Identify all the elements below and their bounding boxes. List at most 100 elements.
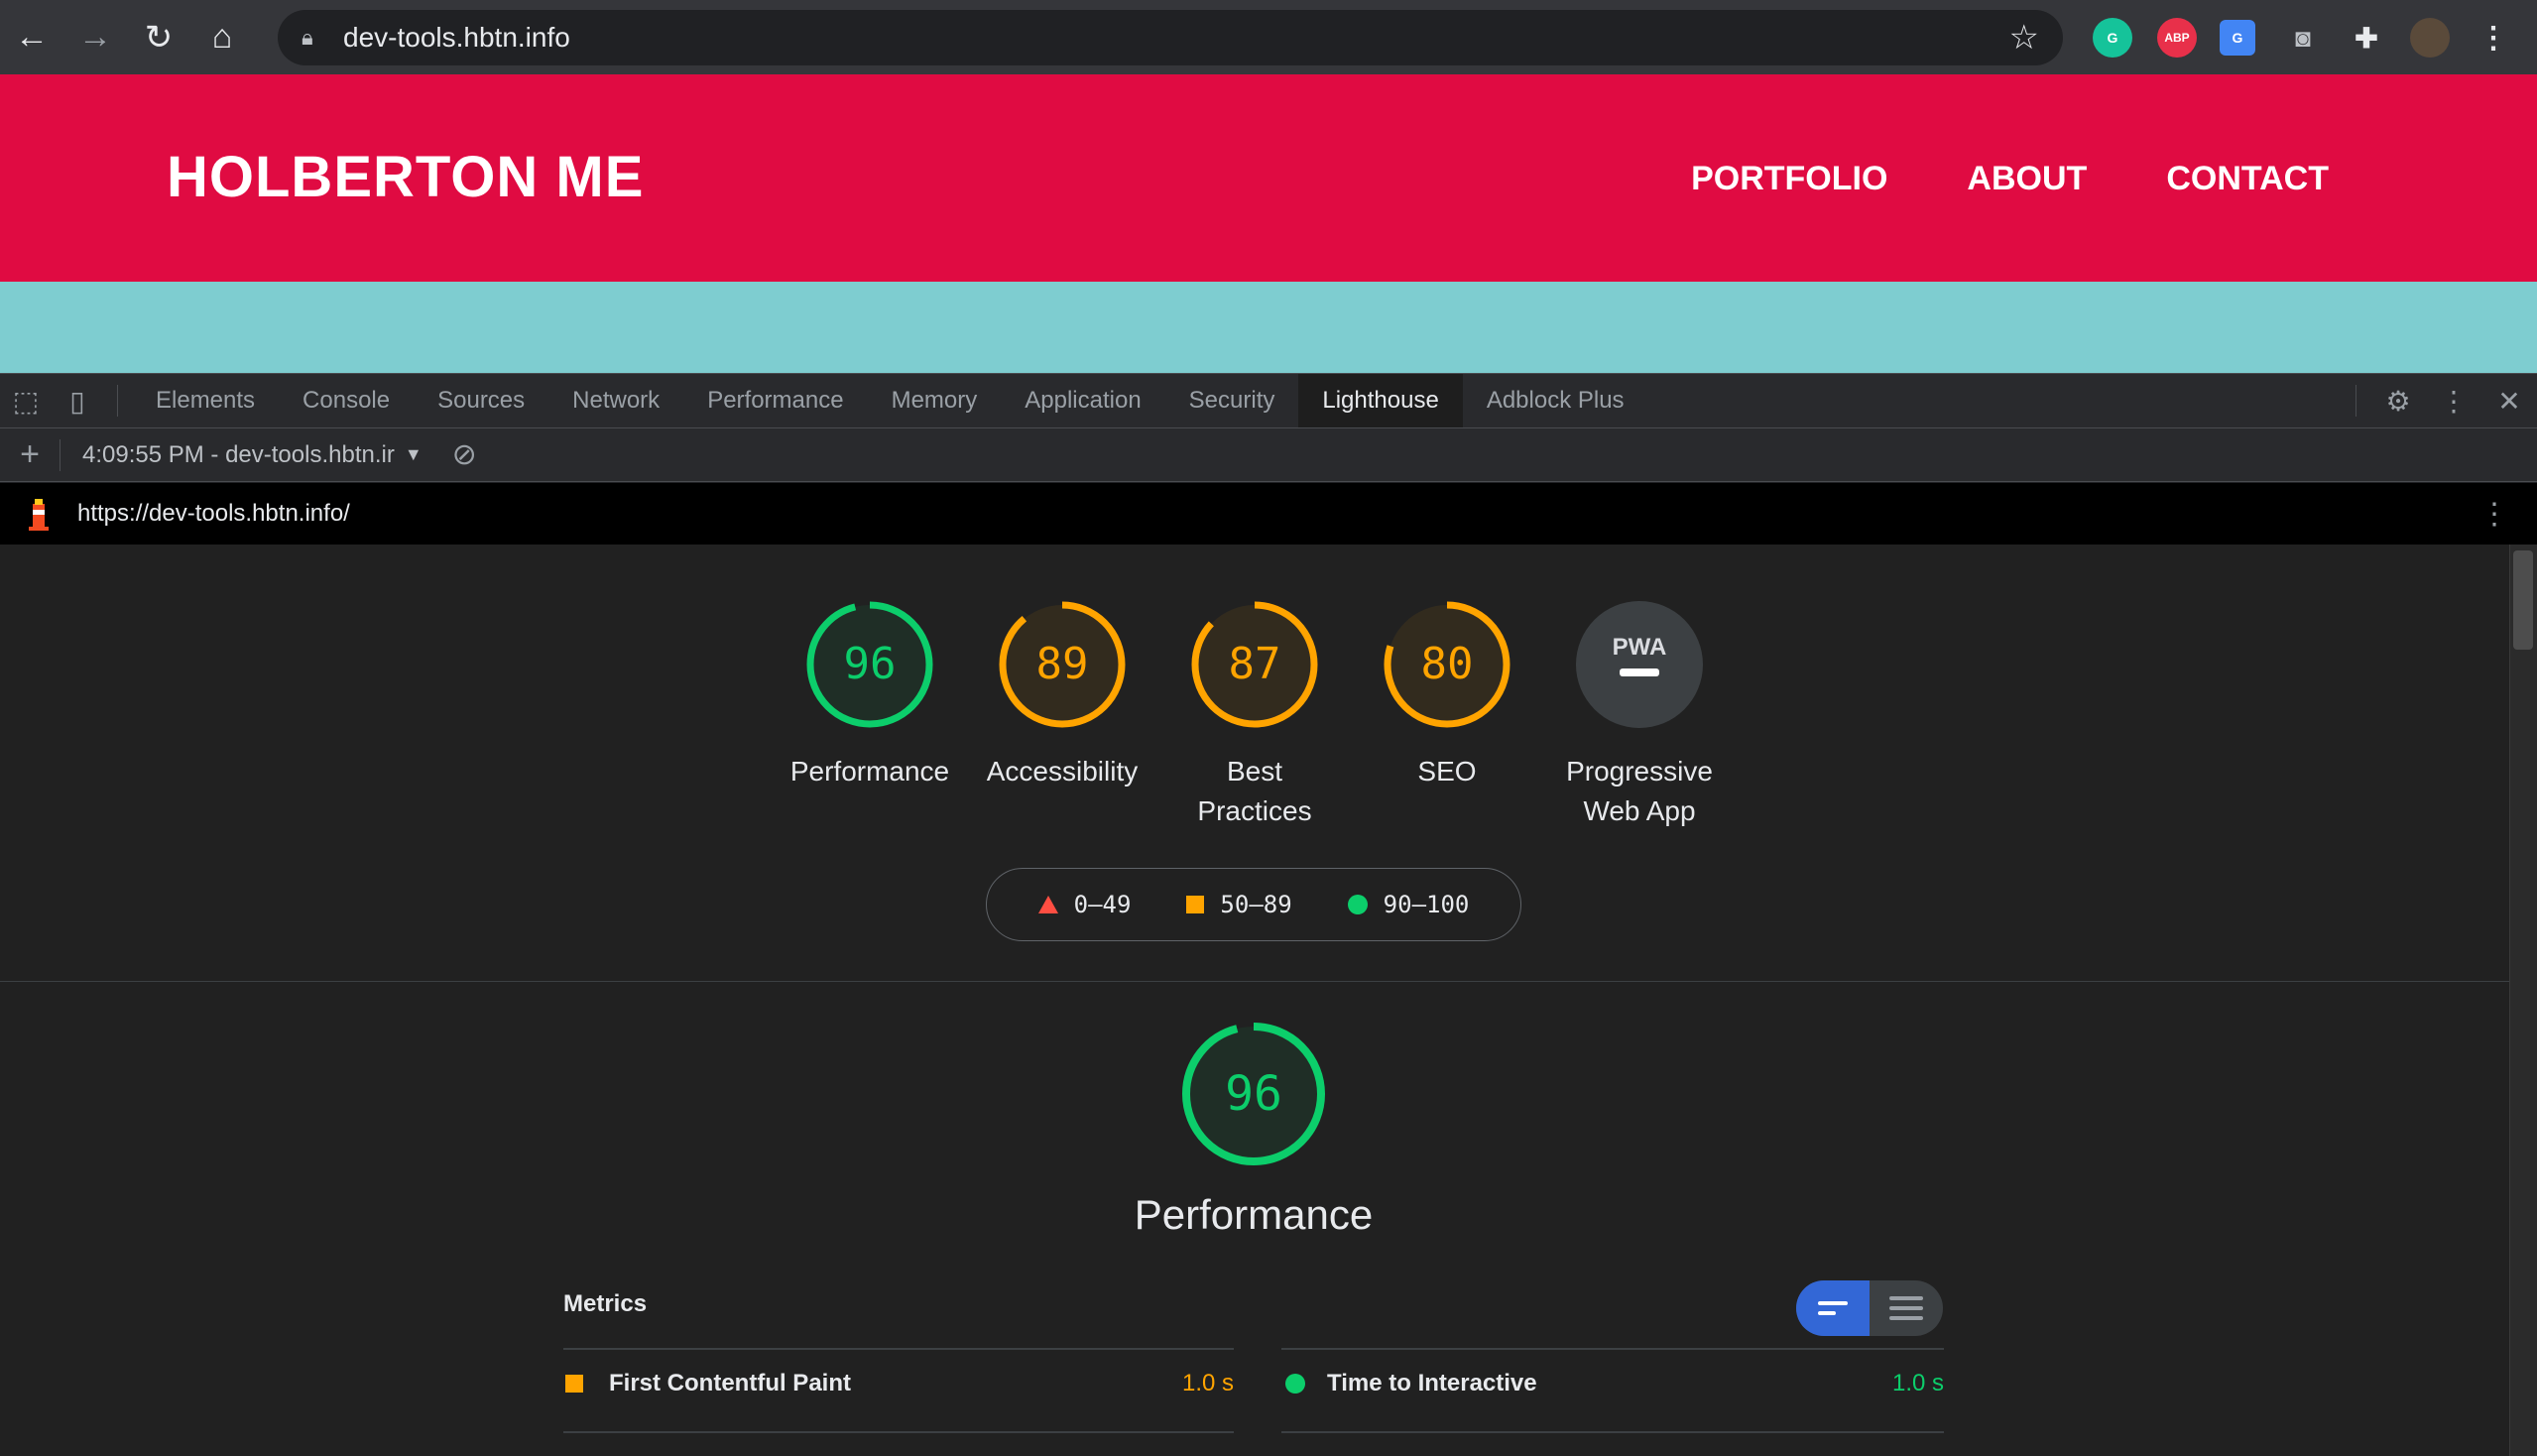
chrome-menu-icon[interactable]: ⋮	[2474, 18, 2513, 58]
report-url-bar: https://dev-tools.hbtn.info/ ⋮	[0, 483, 2537, 545]
gauge-seo[interactable]: 80 SEO	[1351, 599, 1543, 831]
performance-score: 96	[1225, 1066, 1282, 1122]
report-selector[interactable]: 4:09:55 PM - dev-tools.hbtn.ir	[82, 441, 395, 469]
tab-sources[interactable]: Sources	[414, 374, 548, 427]
google-translate-icon[interactable]: G	[2220, 20, 2255, 56]
lock-icon: 🔒︎	[302, 25, 313, 50]
metric-first-contentful-paint: First Contentful Paint 1.0 s	[565, 1370, 1234, 1397]
devtools-menu-icon[interactable]: ⋮	[2426, 374, 2481, 427]
nav-portfolio[interactable]: PORTFOLIO	[1691, 160, 1887, 198]
metric-name: First Contentful Paint	[609, 1370, 851, 1396]
tab-adblock-plus[interactable]: Adblock Plus	[1463, 374, 1648, 427]
tab-lighthouse[interactable]: Lighthouse	[1298, 374, 1463, 427]
metrics-heading: Metrics	[563, 1290, 648, 1317]
metric-rule	[1281, 1431, 1944, 1433]
section-divider	[0, 981, 2509, 982]
lighthouse-toolbar: + 4:09:55 PM - dev-tools.hbtn.ir ▼ ⊘	[0, 428, 2537, 482]
tab-elements[interactable]: Elements	[132, 374, 279, 427]
metric-name: Time to Interactive	[1327, 1370, 1537, 1396]
address-url: dev-tools.hbtn.info	[343, 22, 570, 53]
gauge-pwa[interactable]: PWA Progressive Web App	[1543, 599, 1736, 831]
tab-performance[interactable]: Performance	[683, 374, 867, 427]
svg-text:PWA: PWA	[1613, 634, 1667, 661]
tab-security[interactable]: Security	[1165, 374, 1299, 427]
close-devtools-icon[interactable]: ✕	[2481, 374, 2537, 427]
tab-network[interactable]: Network	[548, 374, 683, 427]
site-header: HOLBERTON ME PORTFOLIO ABOUT CONTACT	[0, 74, 2537, 282]
lighthouse-logo-icon	[29, 499, 49, 531]
forward-icon[interactable]: →	[63, 0, 127, 74]
gauge-best-practices[interactable]: 87 Best Practices	[1158, 599, 1351, 831]
gauge-label: Best Practices	[1197, 756, 1312, 826]
gauge-ring: 87	[1191, 601, 1318, 728]
avatar[interactable]	[2410, 18, 2450, 58]
toggle-expanded-view[interactable]	[1870, 1280, 1943, 1336]
gauge-label: Accessibility	[986, 756, 1139, 787]
home-icon[interactable]: ⌂	[190, 0, 254, 74]
tab-console[interactable]: Console	[279, 374, 414, 427]
gauge-performance[interactable]: 96 Performance	[774, 599, 966, 831]
bookmark-star-icon[interactable]: ☆	[2009, 18, 2039, 58]
metric-rule	[563, 1348, 1234, 1350]
report-url[interactable]: https://dev-tools.hbtn.info/	[77, 500, 350, 528]
new-report-icon[interactable]: +	[0, 435, 60, 474]
report-scrollbar[interactable]	[2509, 545, 2537, 1456]
tab-memory[interactable]: Memory	[868, 374, 1002, 427]
score-gauges: 96 Performance 89 Accessibility 87 Best …	[774, 599, 1736, 831]
nav-about[interactable]: ABOUT	[1967, 160, 2087, 198]
site-title[interactable]: HOLBERTON ME	[167, 144, 644, 210]
gauge-label: Performance	[789, 756, 950, 787]
gauge-accessibility[interactable]: 89 Accessibility	[966, 599, 1158, 831]
tab-application[interactable]: Application	[1001, 374, 1164, 427]
metric-rule	[563, 1431, 1234, 1433]
average-square-icon	[565, 1375, 583, 1393]
scrollbar-thumb[interactable]	[2513, 550, 2533, 650]
grammarly-icon[interactable]: G	[2093, 18, 2132, 58]
nav-contact[interactable]: CONTACT	[2166, 160, 2329, 198]
browser-toolbar: ← → ↻ ⌂ 🔒︎ dev-tools.hbtn.info ☆ G ABP G…	[0, 0, 2537, 74]
legend-pass-label: 90–100	[1383, 891, 1470, 918]
metrics-view-toggle[interactable]	[1796, 1280, 1943, 1336]
clear-reports-icon[interactable]: ⊘	[452, 437, 477, 472]
score-legend: 0–49 50–89 90–100	[986, 868, 1521, 941]
back-icon[interactable]: ←	[0, 0, 63, 74]
camera-icon[interactable]: ◙	[2283, 18, 2323, 58]
tab-separator	[117, 385, 118, 417]
gauge-label: SEO	[1417, 756, 1477, 787]
triangle-icon	[1037, 896, 1058, 913]
score-value: 89	[1036, 639, 1089, 689]
device-toolbar-icon[interactable]: ▯	[52, 374, 103, 427]
legend-average: 50–89	[1186, 891, 1292, 918]
toggle-compact-view[interactable]	[1796, 1280, 1870, 1336]
puzzle-icon[interactable]: ✚	[2347, 18, 2386, 58]
performance-title: Performance	[1134, 1191, 1374, 1238]
gauge-ring: 96	[806, 601, 933, 728]
metric-value: 1.0 s	[1891, 1370, 1944, 1396]
lighthouse-report: 96 Performance 89 Accessibility 87 Best …	[0, 545, 2537, 1456]
reload-icon[interactable]: ↻	[127, 0, 190, 74]
gauge-ring: 80	[1384, 601, 1510, 728]
address-bar[interactable]: 🔒︎ dev-tools.hbtn.info ☆	[278, 10, 2063, 65]
site-nav: PORTFOLIO ABOUT CONTACT	[1691, 160, 2329, 198]
pwa-badge-icon: PWA	[1576, 601, 1703, 728]
legend-fail-label: 0–49	[1073, 891, 1132, 918]
score-value: 80	[1421, 639, 1474, 689]
metric-rule	[1281, 1348, 1944, 1350]
score-value: 87	[1229, 639, 1281, 689]
legend-average-label: 50–89	[1220, 891, 1292, 918]
settings-gear-icon[interactable]: ⚙	[2370, 374, 2426, 427]
devtools-tabbar: ⬚ ▯ Elements Console Sources Network Per…	[0, 373, 2537, 428]
score-value: 96	[844, 639, 897, 689]
square-icon	[1186, 896, 1205, 913]
legend-fail: 0–49	[1037, 891, 1132, 918]
legend-pass: 90–100	[1347, 891, 1470, 918]
hero-strip	[0, 282, 2537, 373]
adblock-plus-icon[interactable]: ABP	[2157, 18, 2197, 58]
circle-icon	[1347, 895, 1368, 914]
metric-time-to-interactive: Time to Interactive 1.0 s	[1285, 1370, 1944, 1397]
inspect-element-icon[interactable]: ⬚	[0, 374, 52, 427]
performance-gauge: 96	[1182, 1023, 1325, 1165]
metric-value: 1.0 s	[1181, 1370, 1234, 1396]
report-menu-icon[interactable]: ⋮	[2479, 497, 2509, 532]
chevron-down-icon[interactable]: ▼	[405, 444, 423, 465]
